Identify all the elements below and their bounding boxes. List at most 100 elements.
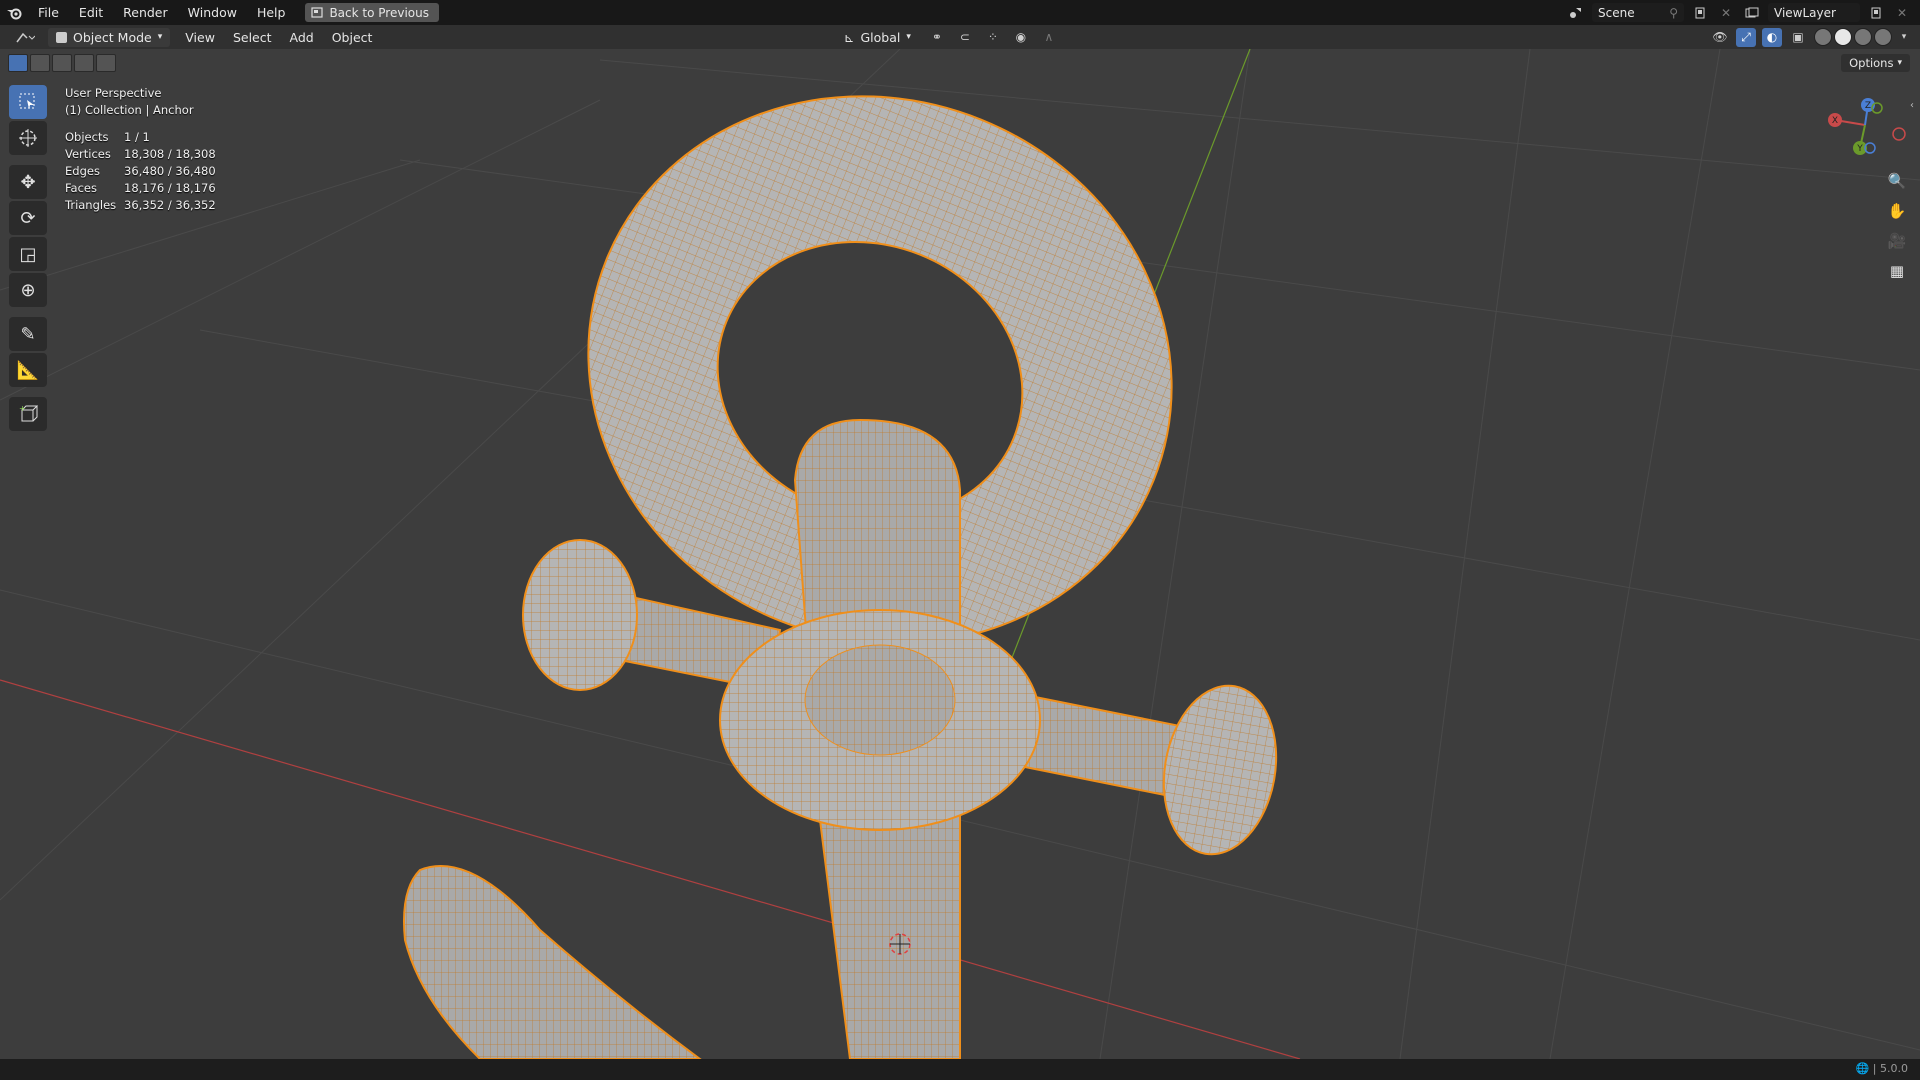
menu-help[interactable]: Help [247, 0, 296, 25]
camera-view-icon[interactable]: 🎥 [1882, 228, 1912, 254]
menu-select[interactable]: Select [224, 30, 281, 45]
remove-view-layer-icon[interactable]: ✕ [1892, 3, 1912, 22]
3d-viewport[interactable] [0, 49, 1920, 1059]
fullscreen-exit-icon [311, 7, 324, 18]
scene-viewlayer-area: Scene ⚲ ✕ ViewLayer ✕ [1566, 0, 1920, 25]
view-layer-name: ViewLayer [1774, 5, 1836, 20]
navigation-gizmo[interactable]: X Y Z [1815, 90, 1915, 160]
viewport-header: Object Mode ▾ View Select Add Object ⊾ G… [0, 25, 1920, 49]
z-axis-label: Z [1865, 101, 1871, 111]
view-layer-selector-icon[interactable] [1742, 3, 1762, 22]
shading-modes [1814, 28, 1892, 46]
select-invert-icon[interactable] [74, 54, 94, 72]
menu-view[interactable]: View [176, 30, 224, 45]
xray-toggle-icon[interactable]: ▣ [1788, 28, 1808, 47]
transform-controls: ⊾ Global ▾ ⚭ ⊂ ⁘ ◉ ∧ [836, 27, 1059, 47]
stat-label: Triangles [65, 198, 117, 212]
neg-x-axis-icon[interactable] [1892, 127, 1906, 141]
stat-label: Edges [65, 164, 100, 178]
menu-window[interactable]: Window [178, 0, 247, 25]
pin-icon[interactable]: ⚲ [1669, 6, 1678, 20]
editor-type-icon[interactable] [10, 28, 40, 47]
stats-row: Vertices 18,308 / 18,308 [65, 147, 216, 164]
cursor-tool-icon[interactable] [9, 121, 47, 155]
perspective-toggle-icon[interactable]: ▦ [1882, 258, 1912, 284]
top-bar: File Edit Render Window Help Back to Pre… [0, 0, 1920, 25]
orientation-icon: ⊾ [844, 29, 855, 45]
view-layer-name-field[interactable]: ViewLayer [1768, 3, 1860, 22]
mode-dropdown[interactable]: Object Mode ▾ [48, 27, 171, 47]
stats-row: Objects 1 / 1 [65, 130, 216, 147]
select-extend-icon[interactable] [30, 54, 50, 72]
globe-icon: 🌐 [1855, 1062, 1870, 1075]
select-box-tool-icon[interactable] [9, 85, 47, 119]
pan-hand-icon[interactable]: ✋ [1882, 198, 1912, 224]
select-subtract-icon[interactable] [52, 54, 72, 72]
select-new-icon[interactable] [8, 54, 28, 72]
pivot-point-icon[interactable]: ⚭ [927, 28, 947, 47]
zoom-icon[interactable]: 🔍 [1882, 168, 1912, 194]
new-view-layer-icon[interactable] [1866, 3, 1886, 22]
gizmo-toggle-icon[interactable]: ⤢ [1736, 27, 1756, 47]
object-mode-icon [56, 31, 67, 43]
snap-target-icon[interactable]: ⁘ [983, 28, 1003, 47]
wireframe-shading-icon[interactable] [1814, 28, 1832, 46]
view-name: User Perspective [65, 86, 162, 100]
falloff-icon[interactable]: ∧ [1039, 28, 1059, 47]
menu-object[interactable]: Object [323, 30, 382, 45]
stats-row: Faces 18,176 / 18,176 [65, 181, 216, 198]
material-preview-icon[interactable] [1854, 28, 1872, 46]
tool-shelf: ✥ ⟳ ◲ ⊕ ✎ 📐 + [9, 85, 47, 433]
mode-label: Object Mode [73, 29, 152, 45]
stat-value: 18,176 / 18,176 [124, 181, 216, 195]
shading-options-chevron-icon[interactable]: ▾ [1898, 28, 1910, 47]
selection-mode-buttons [8, 54, 116, 72]
orientation-label: Global [860, 29, 901, 45]
move-tool-icon[interactable]: ✥ [9, 165, 47, 199]
stats-row: Edges 36,480 / 36,480 [65, 164, 216, 181]
overlay-toggle-icon[interactable]: ◐ [1762, 27, 1782, 47]
chevron-down-icon: ▾ [157, 32, 163, 42]
version-number: 5.0.0 [1880, 1062, 1908, 1075]
menu-edit[interactable]: Edit [69, 0, 113, 25]
object-visibility-icon[interactable]: 👁 [1710, 28, 1730, 47]
measure-tool-icon[interactable]: 📐 [9, 353, 47, 387]
viewport-nav-buttons: 🔍 ✋ 🎥 ▦ [1882, 168, 1912, 284]
select-intersect-icon[interactable] [96, 54, 116, 72]
version-info: 🌐 | 5.0.0 [1855, 1062, 1908, 1075]
blender-logo-icon[interactable] [0, 0, 28, 25]
options-label: Options [1849, 56, 1894, 70]
stat-label: Vertices [65, 147, 111, 161]
snap-toggle-icon[interactable]: ⊂ [955, 28, 975, 47]
svg-text:+: + [19, 404, 26, 413]
stat-label: Objects [65, 130, 109, 144]
scene-name-field[interactable]: Scene ⚲ [1592, 3, 1684, 22]
scale-tool-icon[interactable]: ◲ [9, 237, 47, 271]
collection-info: (1) Collection | Anchor [65, 103, 194, 117]
add-cube-tool-icon[interactable]: + [9, 397, 47, 431]
scene-statistics: Objects 1 / 1 Vertices 18,308 / 18,308 Edg… [65, 130, 216, 215]
menu-render[interactable]: Render [113, 0, 178, 25]
new-scene-icon[interactable] [1690, 3, 1710, 22]
transform-tool-icon[interactable]: ⊕ [9, 273, 47, 307]
solid-shading-icon[interactable] [1834, 28, 1852, 46]
menu-file[interactable]: File [28, 0, 69, 25]
anchor-mesh[interactable] [403, 49, 1289, 1059]
rendered-shading-icon[interactable] [1874, 28, 1892, 46]
stat-value: 36,352 / 36,352 [124, 198, 216, 212]
annotate-tool-icon[interactable]: ✎ [9, 317, 47, 351]
menu-add[interactable]: Add [281, 30, 323, 45]
rotate-tool-icon[interactable]: ⟳ [9, 201, 47, 235]
y-axis-label: Y [1856, 144, 1863, 154]
stats-row: Triangles 36,352 / 36,352 [65, 198, 216, 215]
transform-orientation-dropdown[interactable]: ⊾ Global ▾ [836, 28, 919, 47]
remove-scene-icon[interactable]: ✕ [1716, 3, 1736, 22]
stat-value: 36,480 / 36,480 [124, 164, 216, 178]
options-dropdown[interactable]: Options ▾ [1841, 54, 1910, 72]
stat-label: Faces [65, 181, 97, 195]
scene-selector-icon[interactable] [1566, 3, 1586, 22]
status-bar: 🌐 | 5.0.0 [0, 1059, 1920, 1080]
chevron-down-icon: ▾ [906, 32, 911, 42]
back-to-previous-button[interactable]: Back to Previous [305, 3, 439, 22]
proportional-editing-icon[interactable]: ◉ [1011, 28, 1031, 47]
